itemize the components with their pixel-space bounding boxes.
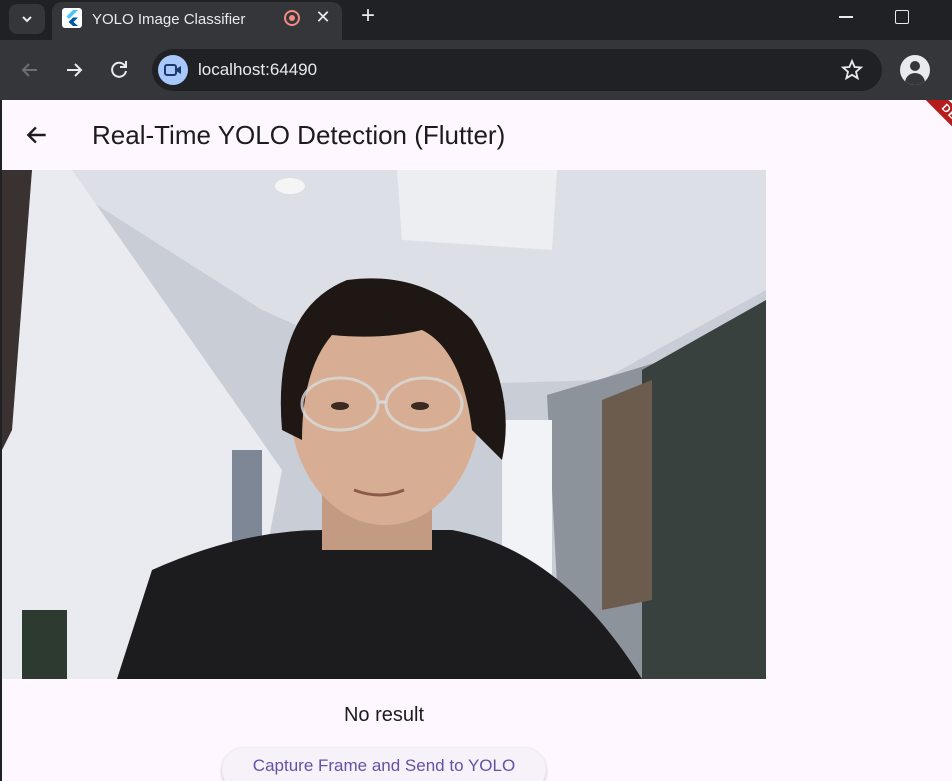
back-arrow-icon[interactable] (18, 58, 42, 82)
browser-tab-strip: YOLO Image Classifier ✕ + (0, 0, 952, 40)
chevron-down-icon (22, 16, 32, 23)
bookmark-star-icon[interactable] (840, 58, 864, 82)
app-bar: Real-Time YOLO Detection (Flutter) DEBUG (2, 100, 952, 170)
address-bar[interactable]: localhost:64490 (152, 49, 882, 91)
tab-search-button[interactable] (9, 4, 45, 34)
tab-title: YOLO Image Classifier (92, 11, 246, 28)
page-viewport: Real-Time YOLO Detection (Flutter) DEBUG (2, 100, 952, 781)
camera-feed-image (2, 170, 766, 679)
capture-frame-button-label: Capture Frame and Send to YOLO (252, 756, 516, 775)
back-arrow-icon[interactable] (24, 122, 50, 148)
new-tab-button[interactable]: + (356, 4, 380, 28)
reload-icon[interactable] (107, 58, 131, 82)
camera-preview (2, 170, 766, 679)
flutter-icon (62, 8, 82, 28)
url-text[interactable]: localhost:64490 (198, 60, 317, 80)
capture-frame-button[interactable]: Capture Frame and Send to YOLO (222, 748, 546, 781)
minimize-window-icon[interactable] (836, 6, 856, 26)
page-title: Real-Time YOLO Detection (Flutter) (92, 120, 506, 150)
recording-indicator-icon[interactable] (284, 10, 300, 26)
browser-tab-active[interactable]: YOLO Image Classifier ✕ (52, 2, 342, 40)
camera-in-use-icon[interactable] (158, 55, 188, 85)
forward-arrow-icon[interactable] (62, 58, 86, 82)
browser-toolbar: localhost:64490 (0, 40, 952, 100)
maximize-window-icon[interactable] (892, 6, 912, 26)
result-text: No result (343, 704, 425, 726)
debug-banner: DEBUG (914, 100, 952, 167)
tab-close-icon[interactable]: ✕ (312, 6, 334, 28)
profile-avatar-icon[interactable] (900, 55, 930, 85)
